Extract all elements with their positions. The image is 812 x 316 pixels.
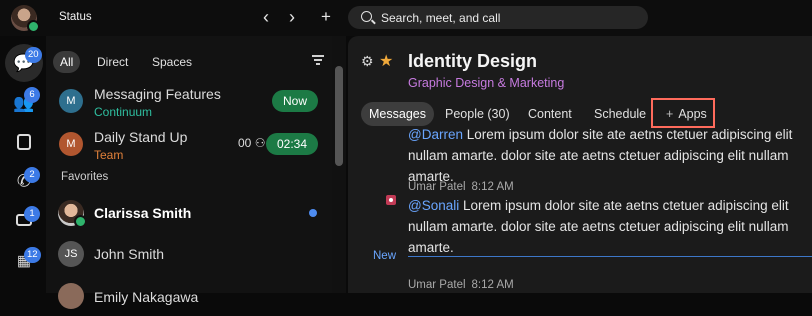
- contacts-icon: [17, 134, 31, 150]
- left-rail: 💬 20 👥 6 ✆ 2 1 ▦ 12: [0, 36, 46, 293]
- tab-people[interactable]: People (30): [445, 102, 510, 126]
- people-icon: ⚇: [251, 136, 266, 150]
- presence-indicator: [74, 215, 87, 228]
- conversation-title: Daily Stand Up: [94, 129, 188, 145]
- rail-messaging[interactable]: 💬 20: [5, 44, 43, 82]
- tab-messages[interactable]: Messages: [361, 102, 434, 126]
- tab-schedule[interactable]: Schedule: [594, 102, 646, 126]
- badge: 1: [24, 206, 40, 222]
- message-meta: Umar Patel 8:12 AM: [408, 279, 520, 291]
- participant-count: 00 ⚇: [238, 136, 266, 150]
- avatar: [58, 283, 84, 309]
- avatar: [58, 200, 87, 228]
- list-scrollbar[interactable]: [332, 36, 346, 293]
- rail-meetings[interactable]: 1: [8, 204, 40, 236]
- new-messages-label: New: [373, 250, 397, 262]
- space-title: Identity Design: [408, 51, 538, 71]
- search-icon: [361, 11, 372, 22]
- avatar: M: [59, 89, 83, 113]
- plus-icon: +: [666, 107, 674, 121]
- message-author[interactable]: Umar Patel: [408, 279, 466, 291]
- avatar: JS: [58, 241, 84, 267]
- badge: 20: [25, 47, 42, 63]
- list-item[interactable]: M Daily Stand Up Team 00 ⚇ 02:34: [46, 124, 332, 164]
- conversation-subtitle: Continuum: [94, 105, 153, 119]
- badge: 6: [24, 87, 40, 103]
- favorites-label: Favorites: [61, 171, 109, 183]
- rail-calendar[interactable]: ▦ 12: [8, 245, 41, 277]
- chevron-right-icon[interactable]: ›: [282, 7, 302, 27]
- list-item[interactable]: M Messaging Features Continuum Now: [46, 81, 332, 121]
- meeting-timer-pill[interactable]: 02:34: [265, 133, 318, 155]
- mention[interactable]: @Darren: [408, 127, 463, 142]
- gear-icon[interactable]: ⚙: [361, 53, 374, 70]
- rail-contacts[interactable]: [8, 126, 40, 158]
- star-icon[interactable]: ★: [379, 51, 393, 71]
- filter-direct[interactable]: Direct: [97, 51, 128, 73]
- filter-icon[interactable]: [312, 55, 324, 67]
- filter-all[interactable]: All: [53, 51, 81, 73]
- search-placeholder: Search, meet, and call: [381, 11, 501, 25]
- list-item[interactable]: Clarissa Smith: [46, 193, 332, 233]
- contact-name: John Smith: [94, 246, 165, 262]
- chevron-left-icon[interactable]: ‹: [256, 7, 276, 27]
- avatar: M: [59, 132, 83, 156]
- mention[interactable]: @Sonali: [408, 198, 459, 213]
- presence-indicator: [27, 20, 40, 33]
- scrollbar-thumb[interactable]: [335, 66, 343, 166]
- rail-calling[interactable]: ✆ 2: [8, 165, 40, 197]
- conversation-title: Messaging Features: [94, 86, 221, 102]
- message-time: 8:12 AM: [471, 181, 514, 193]
- filter-spaces[interactable]: Spaces: [152, 51, 192, 73]
- new-messages-divider: [408, 256, 812, 257]
- contact-name: Emily Nakagawa: [94, 289, 199, 305]
- unread-indicator: [309, 209, 317, 217]
- contact-name: Clarissa Smith: [94, 205, 192, 221]
- badge: 2: [24, 167, 40, 183]
- message-app-icon: [386, 195, 396, 205]
- conversation-subtitle: Team: [94, 148, 124, 162]
- list-item[interactable]: Emily Nakagawa: [46, 276, 332, 316]
- tab-apps[interactable]: + Apps: [666, 102, 707, 126]
- message-author[interactable]: Umar Patel: [408, 181, 466, 193]
- space-pane: ⚙ ★ Identity Design Graphic Design & Mar…: [348, 36, 812, 293]
- rail-teams[interactable]: 👥 6: [8, 87, 40, 119]
- now-pill[interactable]: Now: [271, 90, 318, 112]
- message-body: @Darren Lorem ipsum dolor site ate aetns…: [408, 127, 793, 184]
- conversation-list: All Direct Spaces M Messaging Features C…: [46, 36, 332, 309]
- space-subtitle[interactable]: Graphic Design & Marketing: [408, 76, 564, 90]
- badge: 12: [24, 247, 41, 263]
- tab-content[interactable]: Content: [528, 102, 572, 126]
- list-item[interactable]: JS John Smith: [46, 234, 332, 274]
- self-avatar[interactable]: [11, 5, 40, 33]
- plus-icon[interactable]: +: [316, 7, 336, 27]
- message-meta: Umar Patel 8:12 AM: [408, 181, 520, 193]
- status-label[interactable]: Status: [59, 11, 92, 23]
- message-time: 8:12 AM: [471, 279, 514, 291]
- search-input[interactable]: Search, meet, and call: [348, 6, 648, 29]
- top-bar: Status ‹ › + Search, meet, and call: [0, 0, 812, 36]
- message-body: @Sonali Lorem ipsum dolor site ate aetns…: [408, 198, 789, 255]
